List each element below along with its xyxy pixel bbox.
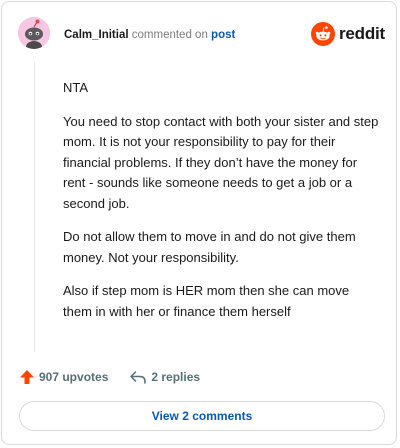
comment-paragraph: NTA <box>63 80 89 95</box>
snoo-avatar-icon <box>18 17 50 49</box>
comment-body: NTA You need to stop contact with both y… <box>63 78 381 335</box>
upvote-arrow-icon <box>20 370 34 384</box>
comment-header: Calm_Initial commented on post <box>64 28 235 42</box>
upvote-button[interactable]: 907 upvotes <box>19 369 108 385</box>
reddit-wordmark: reddit <box>339 24 386 43</box>
comment-paragraph: You need to stop contact with both your … <box>63 113 379 211</box>
upvote-count: 907 upvotes <box>39 370 109 384</box>
commented-on-text: commented on <box>131 29 208 41</box>
replies-count: 2 replies <box>151 370 201 384</box>
view-comments-button[interactable]: View 2 comments <box>19 401 385 431</box>
comment-paragraph: Do not allow them to move in and do not … <box>63 229 356 265</box>
reddit-logo[interactable]: reddit <box>311 22 385 46</box>
username[interactable]: Calm_Initial <box>64 29 129 41</box>
replies-button[interactable]: 2 replies <box>129 369 200 385</box>
reddit-snoo-icon <box>311 22 335 46</box>
comment-card: Calm_Initial commented on post reddit NT… <box>1 1 397 445</box>
post-link[interactable]: post <box>211 29 235 41</box>
reply-arrow-icon <box>130 371 147 384</box>
thread-line[interactable] <box>34 62 35 352</box>
user-avatar[interactable] <box>18 17 50 49</box>
comment-paragraph: Also if step mom is HER mom then she can… <box>63 283 350 319</box>
comment-footer: 907 upvotes 2 replies <box>19 367 200 387</box>
